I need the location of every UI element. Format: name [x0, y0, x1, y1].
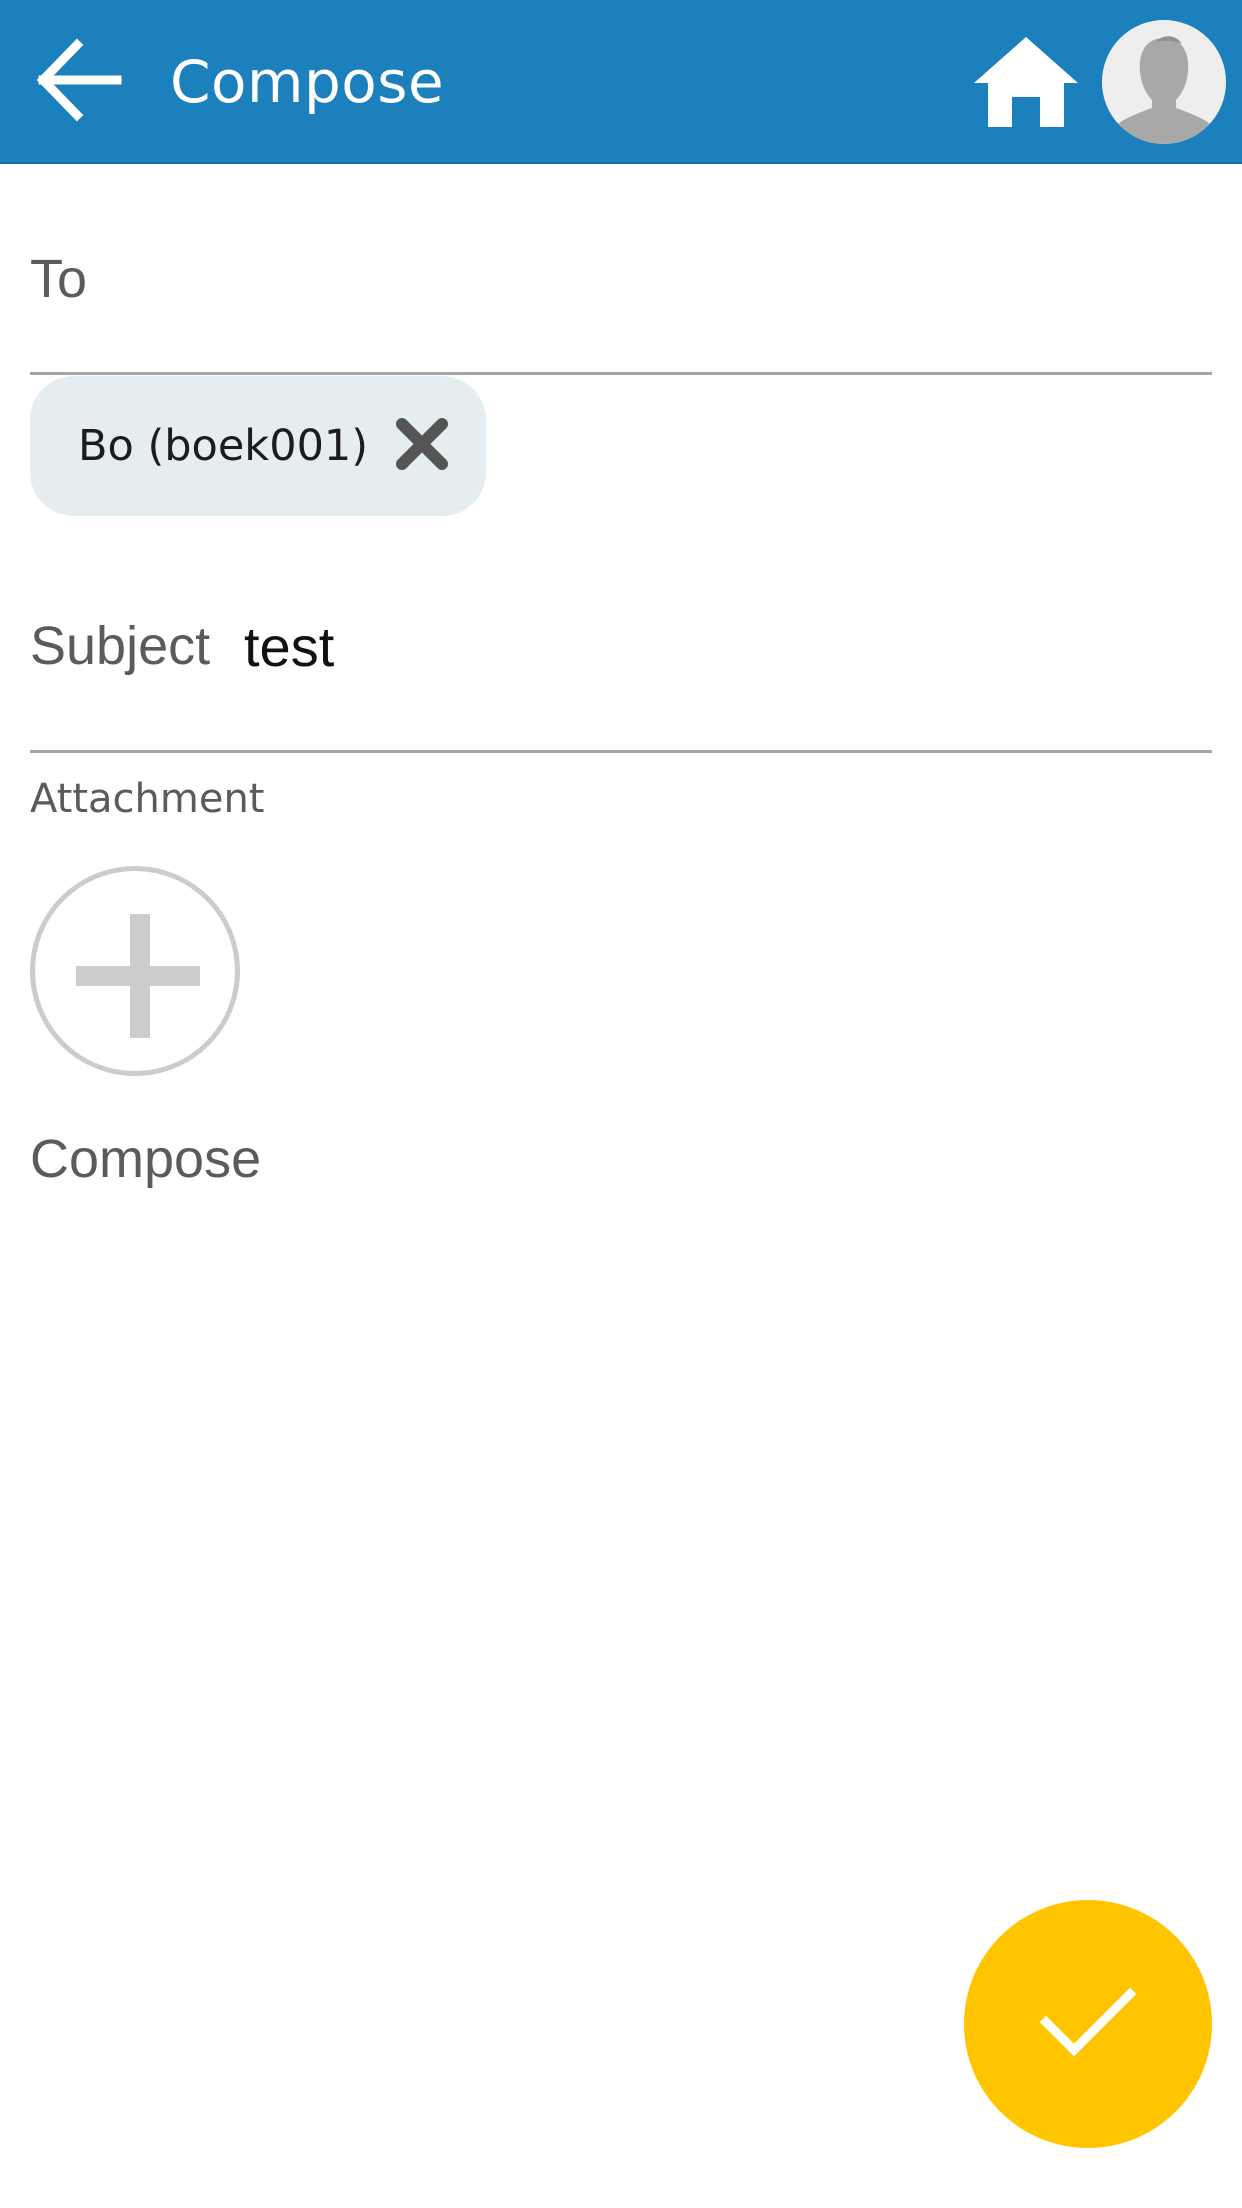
- subject-divider: [30, 750, 1212, 753]
- to-label: To: [30, 249, 88, 309]
- to-divider: [30, 372, 1212, 375]
- recipient-chip-label: Bo (boek001): [78, 421, 369, 471]
- compose-body-input[interactable]: [30, 1200, 1212, 1840]
- home-icon: [972, 35, 1080, 134]
- subject-label: Subject: [30, 616, 211, 676]
- remove-recipient-button[interactable]: [388, 412, 456, 480]
- recipient-chip[interactable]: Bo (boek001): [30, 376, 486, 516]
- compose-label: Compose: [30, 1129, 262, 1189]
- home-button[interactable]: [968, 28, 1084, 140]
- arrow-back-icon: [33, 35, 123, 130]
- subject-input[interactable]: [244, 606, 1204, 686]
- avatar[interactable]: [1102, 20, 1226, 144]
- back-button[interactable]: [28, 30, 128, 134]
- close-icon: [394, 416, 450, 477]
- attachment-label: Attachment: [30, 776, 265, 822]
- user-silhouette-icon: [1102, 20, 1226, 144]
- send-button[interactable]: [964, 1900, 1212, 2148]
- page-title: Compose: [170, 48, 445, 116]
- check-icon: [1038, 1982, 1138, 2067]
- app-bar: Compose: [0, 0, 1242, 164]
- add-attachment-button[interactable]: [30, 866, 240, 1076]
